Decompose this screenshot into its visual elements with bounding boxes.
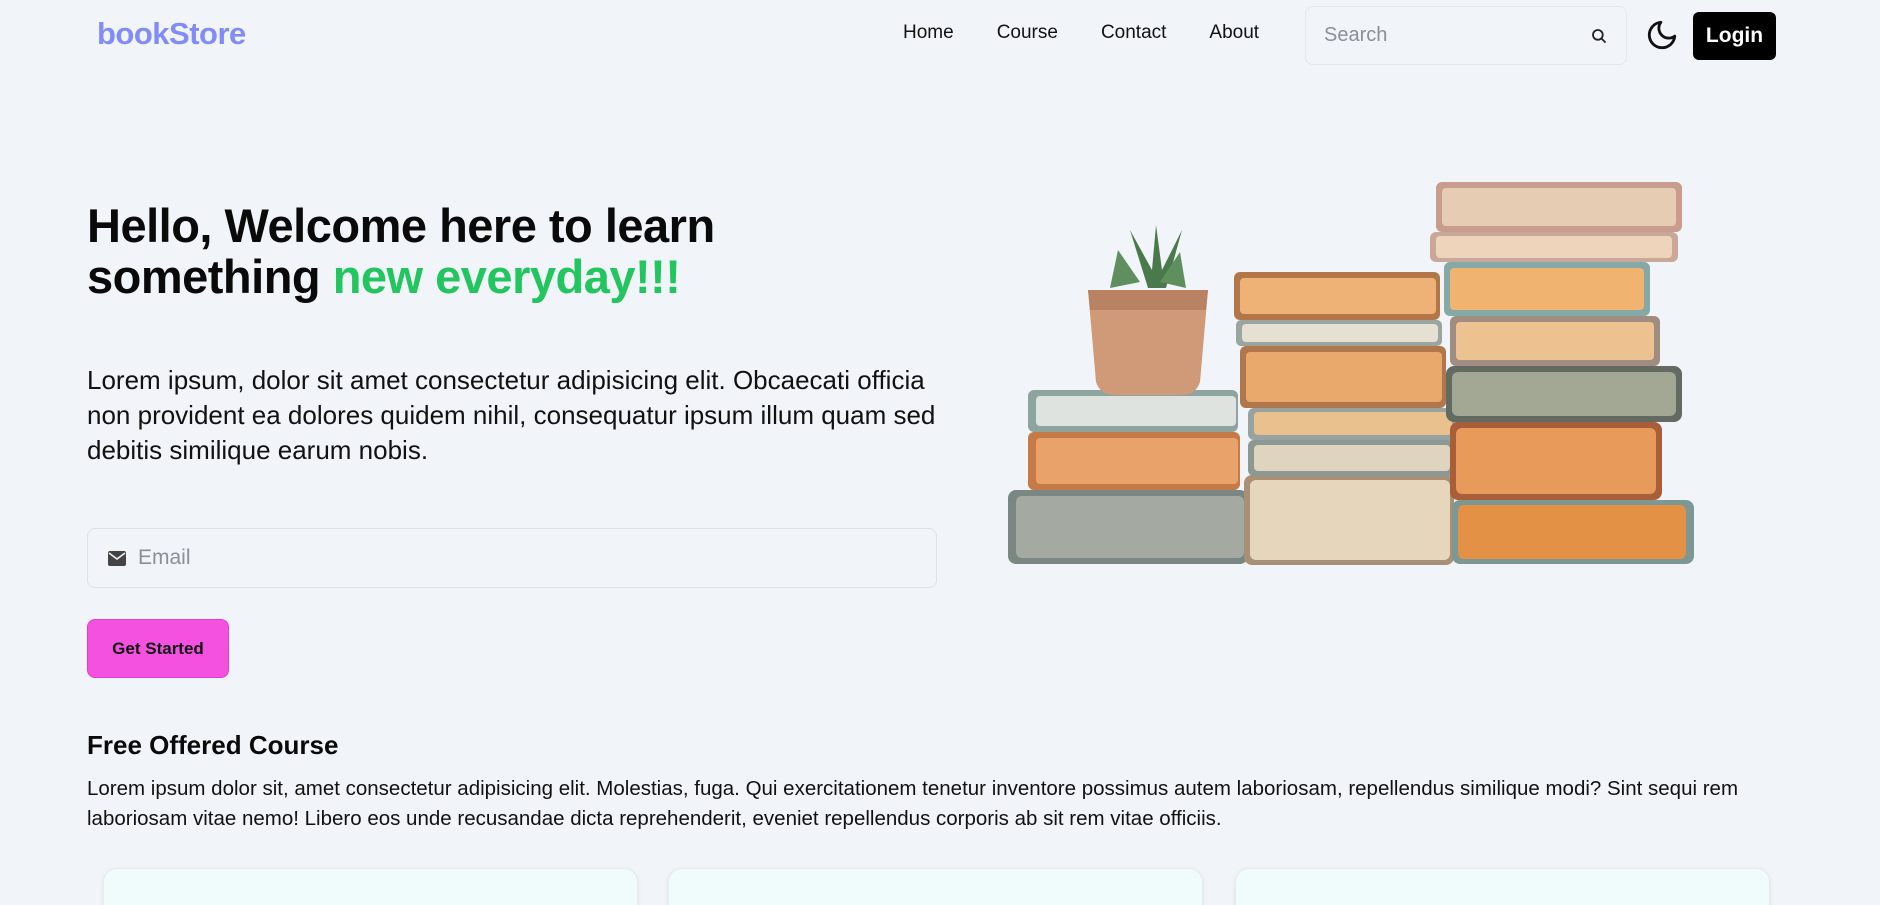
right-book-stack xyxy=(1430,182,1694,564)
section-description: Lorem ipsum dolor sit, amet consectetur … xyxy=(87,777,1739,830)
left-book-stack xyxy=(1008,390,1248,564)
middle-book-stack xyxy=(1234,272,1458,565)
course-card[interactable] xyxy=(1235,868,1770,905)
hero-title-accent: new everyday!!! xyxy=(332,250,681,303)
section-title: Free Offered Course xyxy=(87,730,339,760)
course-card[interactable] xyxy=(668,868,1203,905)
nav-home-link[interactable]: Home xyxy=(903,22,954,44)
nav-course-link[interactable]: Course xyxy=(997,22,1058,44)
hero-title: Hello, Welcome here to learn something n… xyxy=(87,200,907,302)
navbar: bookStore Home Course Contact About Logi… xyxy=(0,0,1880,72)
nav-about-link[interactable]: About xyxy=(1209,22,1259,44)
mail-icon xyxy=(108,550,126,566)
search-icon[interactable] xyxy=(1590,27,1608,45)
email-input[interactable] xyxy=(138,546,916,570)
email-field xyxy=(87,528,937,588)
nav-contact-link[interactable]: Contact xyxy=(1101,22,1166,44)
logo[interactable]: bookStore xyxy=(97,16,246,52)
search-input[interactable] xyxy=(1324,24,1590,47)
nav-links: Home Course Contact About xyxy=(903,22,1302,44)
search-box xyxy=(1305,6,1627,65)
course-card[interactable] xyxy=(103,868,638,905)
login-button[interactable]: Login xyxy=(1693,12,1776,60)
books-illustration xyxy=(1008,182,1694,565)
get-started-button[interactable]: Get Started xyxy=(87,619,229,678)
moon-icon[interactable] xyxy=(1645,18,1679,52)
plant-pot xyxy=(1088,225,1208,395)
hero-description: Lorem ipsum, dolor sit amet consectetur … xyxy=(87,365,936,465)
